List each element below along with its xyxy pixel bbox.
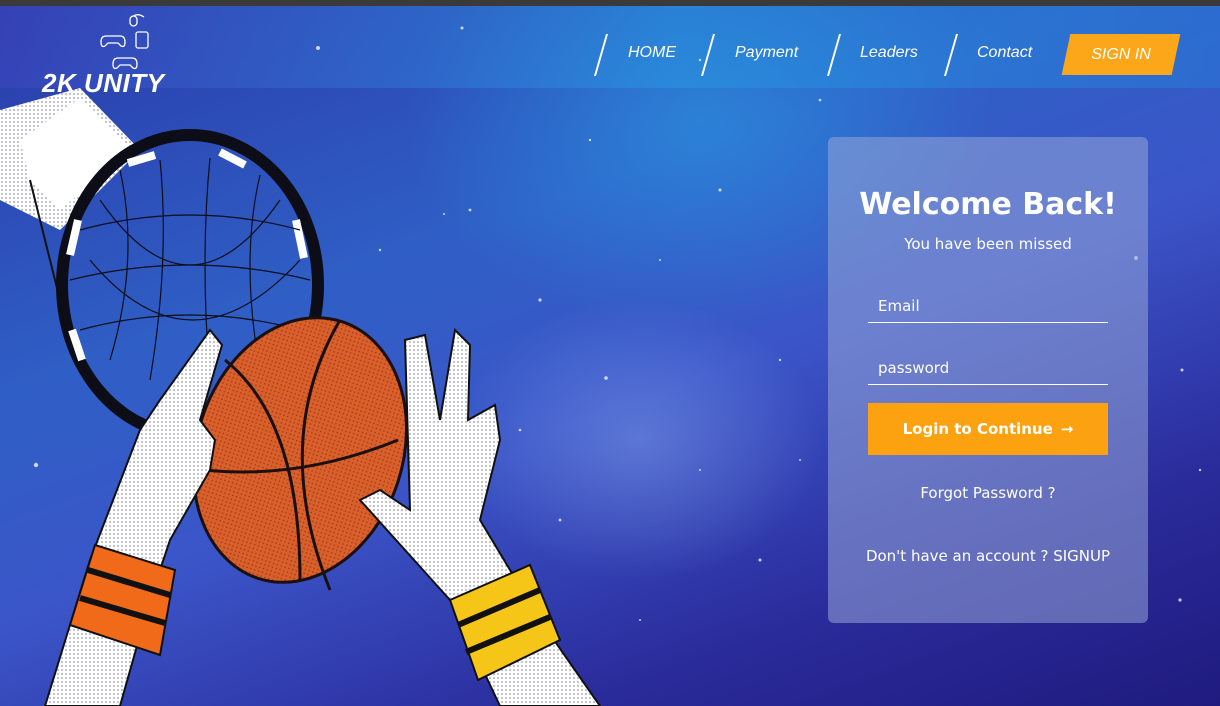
login-card: Welcome Back! You have been missed Login… (828, 137, 1148, 623)
nav-leaders[interactable]: Leaders (860, 44, 918, 62)
sign-in-label: SIGN IN (1091, 46, 1151, 63)
mouse-icon (129, 15, 138, 27)
email-field[interactable] (868, 289, 1108, 323)
gamepad-icon (100, 35, 126, 48)
console-icon (135, 31, 149, 49)
login-button-label: Login to Continue (902, 420, 1053, 438)
nav-contact[interactable]: Contact (977, 44, 1032, 62)
hero-background: 2K UNITY HOME Payment Leaders Contact SI… (0, 0, 1220, 706)
left-arm (43, 328, 224, 706)
signup-link[interactable]: Don't have an account ? SIGNUP (828, 547, 1148, 565)
brand-logo[interactable]: 2K UNITY (40, 10, 180, 98)
nav-home[interactable]: HOME (628, 44, 676, 62)
login-title: Welcome Back! (859, 187, 1117, 222)
nav-payment[interactable]: Payment (735, 44, 798, 62)
forgot-password-link[interactable]: Forgot Password ? (828, 484, 1148, 502)
login-button[interactable]: Login to Continue → (868, 403, 1108, 455)
game-icons-cluster (100, 14, 149, 70)
sign-in-button[interactable]: SIGN IN (1061, 34, 1181, 75)
login-subtitle: You have been missed (904, 235, 1072, 253)
controller-icon (112, 57, 138, 70)
basketball-illustration (0, 88, 602, 706)
password-field[interactable] (868, 351, 1108, 385)
arrow-right-icon: → (1060, 420, 1074, 438)
